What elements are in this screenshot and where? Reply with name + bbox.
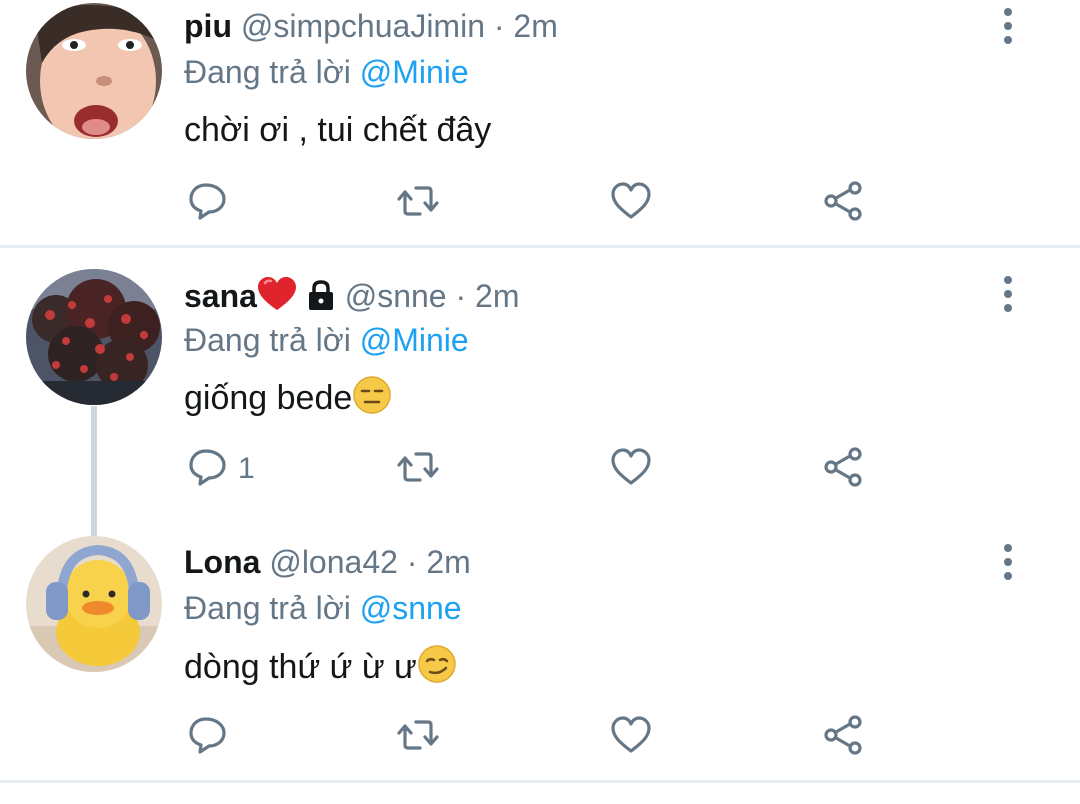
reply-count: 1 xyxy=(238,452,255,485)
tweet-text-content: giống bede xyxy=(184,379,353,417)
handle[interactable]: @snne xyxy=(345,278,447,314)
separator: · xyxy=(455,278,467,314)
reply-icon xyxy=(186,713,230,762)
like-icon xyxy=(609,445,653,494)
retweet-button[interactable] xyxy=(396,714,440,760)
tweet-header: Lona @lona42 · 2m xyxy=(184,542,471,582)
divider xyxy=(0,780,1080,783)
mention-link[interactable]: @Minie xyxy=(360,54,469,90)
retweet-icon xyxy=(396,179,440,228)
tweet-text-content: dòng thứ ứ ừ ư xyxy=(184,648,417,686)
like-button[interactable] xyxy=(609,446,653,492)
tweet-3[interactable]: Lona @lona42 · 2m Đang trả lời @snne dòn… xyxy=(0,518,1080,780)
separator: · xyxy=(493,8,505,44)
share-icon xyxy=(821,713,865,762)
tweet-header: piu @simpchuaJimin · 2m xyxy=(184,6,558,46)
heart-icon xyxy=(257,277,297,320)
share-icon xyxy=(821,445,865,494)
separator: · xyxy=(406,544,418,580)
smirking-face-emoji xyxy=(417,644,457,695)
timestamp[interactable]: 2m xyxy=(513,8,557,44)
replying-to: Đang trả lời @Minie xyxy=(184,320,469,360)
reply-icon xyxy=(186,445,230,494)
display-name[interactable]: piu xyxy=(184,8,232,44)
reply-icon xyxy=(186,179,230,228)
reply-prefix: Đang trả lời xyxy=(184,54,351,90)
mention-link[interactable]: @snne xyxy=(360,590,462,626)
reply-prefix: Đang trả lời xyxy=(184,590,351,626)
more-vertical-icon[interactable] xyxy=(990,542,1026,582)
display-name[interactable]: sana xyxy=(184,278,257,314)
retweet-button[interactable] xyxy=(396,446,440,492)
more-vertical-icon[interactable] xyxy=(990,274,1026,314)
retweet-icon xyxy=(396,445,440,494)
tweet-header: sana @snne · 2m xyxy=(184,276,519,320)
like-icon xyxy=(609,713,653,762)
mention-link[interactable]: @Minie xyxy=(360,322,469,358)
more-vertical-icon[interactable] xyxy=(990,6,1026,46)
tweet-2[interactable]: sana @snne · 2m Đang trả lời @Minie giốn… xyxy=(0,248,1080,536)
handle[interactable]: @lona42 xyxy=(269,544,398,580)
avatar[interactable] xyxy=(26,269,162,405)
expressionless-face-emoji xyxy=(352,375,392,426)
share-button[interactable] xyxy=(821,446,865,492)
retweet-icon xyxy=(396,713,440,762)
action-bar xyxy=(0,180,1080,230)
handle[interactable]: @simpchuaJimin xyxy=(241,8,485,44)
avatar[interactable] xyxy=(26,536,162,672)
timestamp[interactable]: 2m xyxy=(426,544,470,580)
display-name[interactable]: Lona xyxy=(184,544,260,580)
reply-button[interactable]: 1 xyxy=(186,446,255,492)
tweet-text: chời ơi , tui chết đây xyxy=(184,111,492,149)
share-button[interactable] xyxy=(821,714,865,760)
action-bar: 1 xyxy=(0,446,1080,496)
reply-button[interactable] xyxy=(186,180,238,226)
action-bar xyxy=(0,714,1080,764)
tweet-text: giống bede xyxy=(184,375,392,426)
replying-to: Đang trả lời @Minie xyxy=(184,52,469,92)
lock-icon xyxy=(306,279,336,320)
like-button[interactable] xyxy=(609,714,653,760)
retweet-button[interactable] xyxy=(396,180,440,226)
share-icon xyxy=(821,179,865,228)
tweet-text: dòng thứ ứ ừ ư xyxy=(184,644,457,695)
like-icon xyxy=(609,179,653,228)
timestamp[interactable]: 2m xyxy=(475,278,519,314)
like-button[interactable] xyxy=(609,180,653,226)
tweet-1[interactable]: piu @simpchuaJimin · 2m Đang trả lời @Mi… xyxy=(0,0,1080,246)
reply-prefix: Đang trả lời xyxy=(184,322,351,358)
share-button[interactable] xyxy=(821,180,865,226)
reply-button[interactable] xyxy=(186,714,238,760)
avatar[interactable] xyxy=(26,3,162,139)
replying-to: Đang trả lời @snne xyxy=(184,588,462,628)
